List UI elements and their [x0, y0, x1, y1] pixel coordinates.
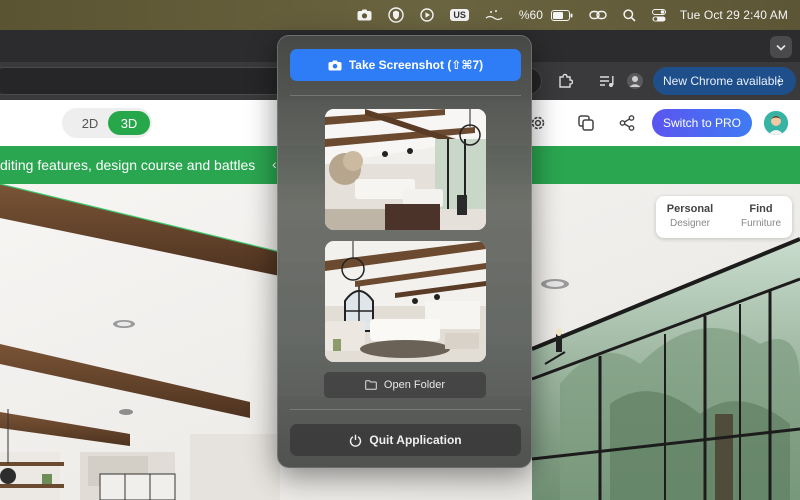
- keyboard-input-source[interactable]: US: [442, 0, 477, 30]
- share-icon[interactable]: [617, 113, 637, 133]
- screenshot-popup-panel: Take Screenshot (⇧⌘7) Open Folder Quit A…: [277, 35, 532, 468]
- tab-search-chevron-icon[interactable]: [770, 36, 792, 58]
- duplicate-icon[interactable]: [576, 113, 596, 133]
- view-2d-button[interactable]: 2D: [70, 108, 110, 138]
- personal-designer-button[interactable]: Personal Designer: [666, 203, 714, 229]
- open-folder-button[interactable]: Open Folder: [324, 372, 486, 398]
- control-center-icon[interactable]: [644, 0, 674, 30]
- open-folder-label: Open Folder: [383, 379, 446, 391]
- promo-arrow-icon[interactable]: ‹: [272, 156, 277, 172]
- battery-percent-text[interactable]: %60: [511, 0, 551, 30]
- extensions-puzzle-icon[interactable]: [555, 71, 575, 91]
- link-icon[interactable]: [581, 0, 615, 30]
- wifi-calm-icon[interactable]: [477, 0, 511, 30]
- view-3d-button[interactable]: 3D: [108, 111, 150, 135]
- divider: [290, 95, 521, 96]
- furniture-subtitle: Furniture: [740, 218, 781, 229]
- new-chrome-label: New Chrome available: [663, 74, 784, 88]
- folder-icon: [365, 380, 377, 390]
- find-furniture-button[interactable]: Find Furniture: [736, 203, 786, 229]
- menu-bar-clock[interactable]: Tue Oct 29 2:40 AM: [674, 0, 788, 30]
- screenshot-app-menu-icon[interactable]: [349, 0, 380, 30]
- screenshot-thumbnail-1[interactable]: [325, 109, 486, 230]
- macos-menu-bar: US %60 Tue Oct 29 2:40 AM: [0, 0, 800, 30]
- camera-icon: [328, 60, 342, 70]
- search-icon[interactable]: [615, 0, 644, 30]
- media-playlist-icon[interactable]: [597, 71, 617, 91]
- power-icon: [350, 434, 362, 447]
- quit-application-button[interactable]: Quit Application: [290, 424, 521, 456]
- promo-text: diting features, design course and battl…: [0, 157, 256, 173]
- screenshot-thumbnail-2[interactable]: [325, 241, 486, 362]
- designer-furniture-card: Personal Designer Find Furniture: [656, 196, 792, 238]
- chrome-menu-icon[interactable]: ⋮: [773, 73, 786, 89]
- take-screenshot-button[interactable]: Take Screenshot (⇧⌘7): [290, 49, 521, 81]
- take-screenshot-label: Take Screenshot (⇧⌘7): [348, 58, 484, 72]
- view-mode-toggle: 2D 3D: [62, 108, 152, 138]
- divider: [290, 409, 521, 410]
- quit-label: Quit Application: [369, 433, 462, 447]
- designer-subtitle: Designer: [669, 218, 711, 229]
- profile-incognito-icon[interactable]: [625, 71, 645, 91]
- switch-to-pro-button[interactable]: Switch to PRO: [652, 109, 752, 137]
- input-source-badge: US: [450, 9, 469, 21]
- vpn-shield-icon[interactable]: [380, 0, 412, 30]
- find-title: Find: [749, 203, 773, 215]
- personal-title: Personal: [666, 203, 714, 215]
- battery-icon[interactable]: [550, 0, 581, 30]
- ceiling-light: [119, 409, 133, 415]
- user-avatar[interactable]: [764, 111, 788, 135]
- play-circle-icon[interactable]: [412, 0, 442, 30]
- new-chrome-available-button[interactable]: New Chrome available ⋮: [653, 67, 796, 95]
